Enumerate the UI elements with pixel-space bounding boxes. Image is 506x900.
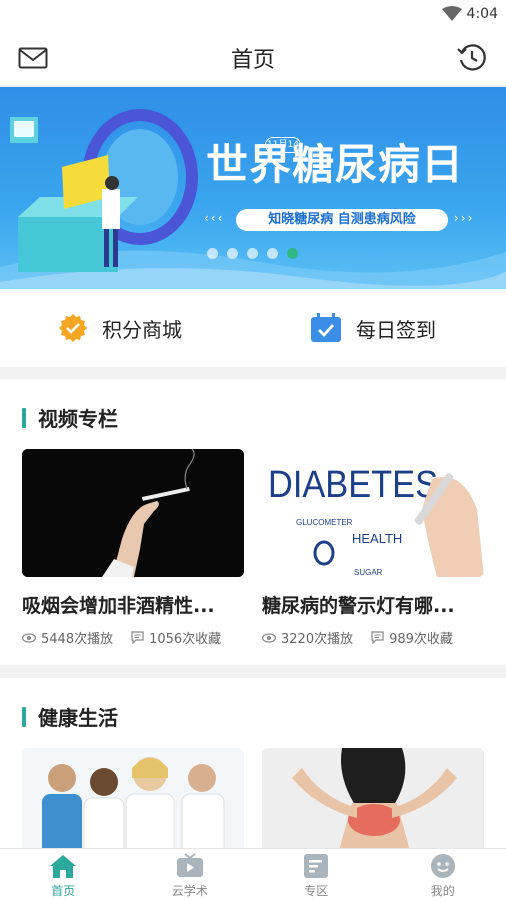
eye-icon (262, 632, 276, 643)
health-section: 健康生活 (0, 678, 506, 850)
fav-count: 989次收藏 (371, 628, 453, 647)
play-count-text: 5448次播放 (41, 632, 114, 647)
banner-arrows-right: ››› (454, 211, 475, 225)
bottom-tab-bar: 首页 云学术 专区 我的 (0, 848, 506, 900)
thumb-glucometer: GLUCOMETER (296, 518, 353, 527)
section-title-bar (22, 407, 26, 428)
comment-icon (371, 631, 384, 644)
tab-academic[interactable]: 云学术 (127, 849, 254, 900)
tab-home[interactable]: 首页 (0, 849, 127, 900)
tab-profile[interactable]: 我的 (380, 849, 506, 900)
wifi-icon (442, 6, 462, 21)
video-card[interactable]: 吸烟会增加非酒精性... 5448次播放 1056次收藏 (22, 449, 244, 647)
carousel-dots (207, 248, 298, 259)
section-title: 视频专栏 (22, 403, 118, 432)
neck-pain-thumbnail[interactable] (262, 748, 484, 850)
tv-icon (176, 853, 203, 877)
carousel-dot[interactable] (247, 248, 258, 259)
video-title[interactable]: 糖尿病的警示灯有哪... (262, 591, 484, 618)
tab-zone[interactable]: 专区 (253, 849, 380, 900)
section-title-text: 视频专栏 (38, 407, 118, 431)
doctors-thumbnail[interactable] (22, 748, 244, 850)
thumb-health: HEALTH (352, 531, 402, 546)
fav-count-text: 1056次收藏 (149, 632, 222, 647)
badge-check-icon (59, 314, 87, 342)
thumb-sugar: SUGAR (354, 568, 383, 577)
video-thumbnail[interactable]: DIABETES GLUCOMETER HEALTH SUGAR (262, 449, 484, 577)
document-icon (304, 854, 329, 878)
carousel-dot[interactable] (267, 248, 278, 259)
video-title[interactable]: 吸烟会增加非酒精性... (22, 591, 244, 618)
banner-arrows-left: ‹‹‹ (204, 211, 225, 225)
banner-headline: 世界糖尿病日 (206, 140, 465, 189)
video-meta: 5448次播放 1056次收藏 (22, 628, 244, 647)
smoking-hand-image (22, 449, 244, 577)
tab-label: 首页 (51, 884, 76, 898)
tab-label: 我的 (430, 884, 455, 898)
health-card[interactable] (262, 748, 484, 850)
play-count-text: 3220次播放 (281, 632, 354, 647)
calendar-check-icon (311, 313, 341, 342)
smiley-face-icon (430, 854, 455, 878)
video-section: 视频专栏 吸烟会增加非酒精性... 5448次播放 1056次收藏 DIABET… (0, 379, 506, 665)
section-title: 健康生活 (22, 702, 118, 731)
section-title-text: 健康生活 (38, 706, 118, 730)
section-title-bar (22, 706, 26, 727)
app-header: 首页 (0, 30, 506, 86)
doctor-illustration (10, 109, 198, 272)
banner-slogan: 知晓糖尿病 自测患病风险 (236, 209, 448, 231)
play-count: 3220次播放 (262, 628, 353, 647)
play-count: 5448次播放 (22, 628, 113, 647)
fav-count-text: 989次收藏 (389, 632, 453, 647)
points-mall-button[interactable]: 积分商城 (58, 311, 182, 345)
video-card[interactable]: DIABETES GLUCOMETER HEALTH SUGAR 糖尿病的警示灯… (262, 449, 484, 647)
home-icon (50, 855, 77, 878)
health-card[interactable] (22, 748, 244, 850)
doctors-image (22, 748, 244, 850)
thumb-word: DIABETES (268, 464, 438, 506)
carousel-dot-active[interactable] (287, 248, 298, 259)
eye-icon (22, 632, 36, 643)
tab-label: 专区 (304, 884, 329, 898)
daily-checkin-label: 每日签到 (356, 317, 436, 342)
status-bar: 4:04 (0, 0, 506, 30)
daily-checkin-button[interactable]: 每日签到 (310, 311, 436, 345)
comment-icon (131, 631, 144, 644)
promo-banner[interactable]: 11月14 世界糖尿病日 ‹‹‹ 知晓糖尿病 自测患病风险 ››› (0, 87, 506, 289)
video-meta: 3220次播放 989次收藏 (262, 628, 484, 647)
carousel-dot[interactable] (207, 248, 218, 259)
video-thumbnail[interactable] (22, 449, 244, 577)
fav-count: 1056次收藏 (131, 628, 221, 647)
page-title: 首页 (230, 48, 275, 73)
points-mall-label: 积分商城 (102, 317, 182, 342)
tab-label: 云学术 (171, 884, 208, 898)
diabetes-text-image: DIABETES GLUCOMETER HEALTH SUGAR (262, 449, 484, 577)
quick-actions: 积分商城 每日签到 (0, 289, 506, 367)
status-time: 4:04 (466, 6, 498, 22)
carousel-dot[interactable] (227, 248, 238, 259)
neck-pain-image (262, 748, 484, 850)
history-icon[interactable] (456, 42, 488, 74)
